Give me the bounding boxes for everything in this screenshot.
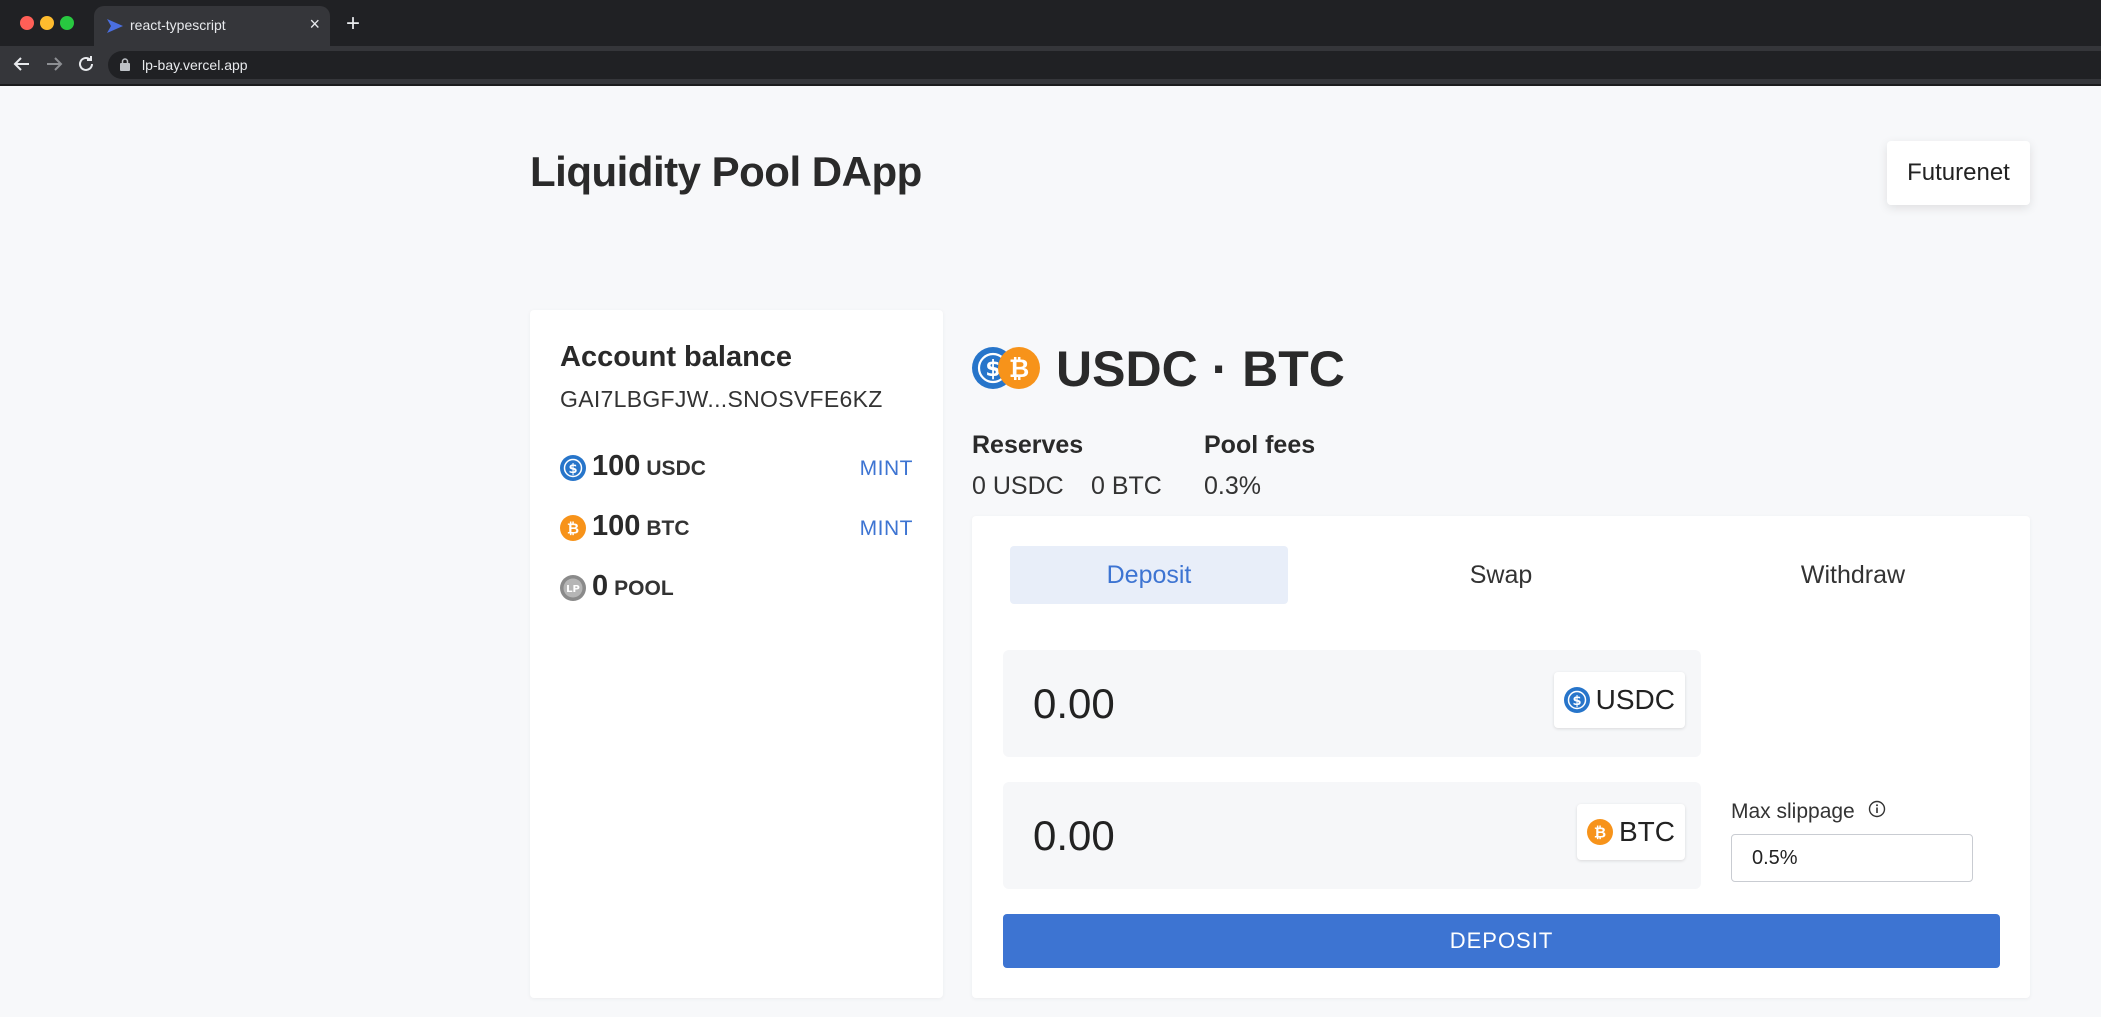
back-arrow-icon[interactable] bbox=[10, 52, 34, 76]
toolbar-divider bbox=[0, 84, 2101, 86]
network-selector-button[interactable]: Futurenet bbox=[1887, 141, 2030, 205]
usdc-amount-field[interactable]: 0.00 $ USDC bbox=[1003, 650, 1701, 757]
url-text: lp-bay.vercel.app bbox=[142, 57, 248, 73]
usdc-amount-value[interactable]: 0.00 bbox=[1033, 680, 1115, 728]
reserve-btc-value: 0 BTC bbox=[1091, 472, 1162, 500]
balance-row-pool: LP 0 POOL bbox=[560, 567, 913, 607]
new-tab-button[interactable]: + bbox=[346, 6, 360, 42]
token-symbol: BTC bbox=[1619, 816, 1675, 847]
svg-text:₿: ₿ bbox=[1009, 354, 1029, 383]
pool-action-panel: Deposit Swap Withdraw 0.00 $ USDC 0.00 ₿… bbox=[972, 516, 2030, 998]
lp-icon: LP bbox=[560, 575, 586, 601]
svg-text:LP: LP bbox=[566, 584, 580, 595]
browser-tab-bar: react-typescript × + bbox=[0, 0, 2101, 46]
balance-symbol: BTC bbox=[646, 517, 690, 540]
max-slippage-input[interactable] bbox=[1731, 834, 1973, 882]
svg-text:$: $ bbox=[568, 462, 577, 477]
pair-icons: $ ₿ bbox=[972, 347, 1040, 389]
tab-deposit[interactable]: Deposit bbox=[1010, 546, 1288, 604]
tab-title: react-typescript bbox=[130, 17, 226, 33]
btc-icon: ₿ bbox=[1587, 819, 1613, 845]
token-symbol: USDC bbox=[1595, 684, 1675, 715]
balance-amount: 100 USDC bbox=[592, 450, 706, 482]
balance-row-btc: ₿ 100 BTC MINT bbox=[560, 507, 913, 547]
balance-amount: 100 BTC bbox=[592, 510, 690, 542]
btc-icon: ₿ bbox=[560, 515, 586, 541]
usdc-icon: $ bbox=[560, 455, 586, 481]
btc-amount-field[interactable]: 0.00 ₿ BTC bbox=[1003, 782, 1701, 889]
usdc-icon: $ bbox=[1563, 687, 1590, 713]
forward-arrow-icon[interactable] bbox=[42, 52, 66, 76]
pool-fees-label: Pool fees bbox=[1204, 431, 1316, 459]
browser-tab[interactable]: react-typescript × bbox=[94, 6, 330, 46]
tab-swap[interactable]: Swap bbox=[1362, 546, 1640, 604]
tab-withdraw[interactable]: Withdraw bbox=[1714, 546, 1992, 604]
reserve-usdc-value: 0 USDC bbox=[972, 472, 1064, 500]
pool-pair-title: USDC · BTC bbox=[1056, 341, 1345, 397]
deposit-button[interactable]: DEPOSIT bbox=[1003, 914, 2000, 968]
account-balance-heading: Account balance bbox=[560, 341, 793, 373]
svg-text:$: $ bbox=[1572, 694, 1581, 709]
balance-symbol: POOL bbox=[614, 577, 674, 600]
window-close-icon[interactable] bbox=[20, 16, 34, 30]
mint-usdc-button[interactable]: MINT bbox=[860, 457, 913, 481]
window-minimize-icon[interactable] bbox=[40, 16, 54, 30]
account-address: GAI7LBGFJW...SNOSVFE6KZ bbox=[560, 386, 883, 412]
balance-amount: 0 POOL bbox=[592, 570, 674, 602]
mint-btc-button[interactable]: MINT bbox=[860, 517, 913, 541]
account-balance-card: Account balance GAI7LBGFJW...SNOSVFE6KZ … bbox=[530, 310, 943, 998]
info-icon[interactable] bbox=[1868, 800, 1886, 818]
address-bar[interactable]: lp-bay.vercel.app bbox=[108, 51, 2101, 79]
svg-text:₿: ₿ bbox=[1594, 824, 1606, 842]
btc-icon: ₿ bbox=[998, 347, 1040, 389]
max-slippage-label: Max slippage bbox=[1731, 800, 1855, 823]
reserves-label: Reserves bbox=[972, 431, 1084, 459]
tab-close-icon[interactable]: × bbox=[309, 14, 320, 35]
window-maximize-icon[interactable] bbox=[60, 16, 74, 30]
btc-amount-value[interactable]: 0.00 bbox=[1033, 812, 1115, 860]
token-chip-btc: ₿ BTC bbox=[1577, 804, 1685, 860]
svg-text:₿: ₿ bbox=[567, 520, 579, 538]
reload-icon[interactable] bbox=[74, 52, 98, 76]
react-favicon-icon bbox=[107, 19, 123, 33]
balance-row-usdc: $ 100 USDC MINT bbox=[560, 447, 913, 487]
lock-icon bbox=[120, 58, 130, 71]
pool-fees-value: 0.3% bbox=[1204, 472, 1261, 500]
token-chip-usdc: $ USDC bbox=[1553, 672, 1685, 728]
page-title: Liquidity Pool DApp bbox=[530, 148, 922, 195]
balance-symbol: USDC bbox=[646, 457, 706, 480]
